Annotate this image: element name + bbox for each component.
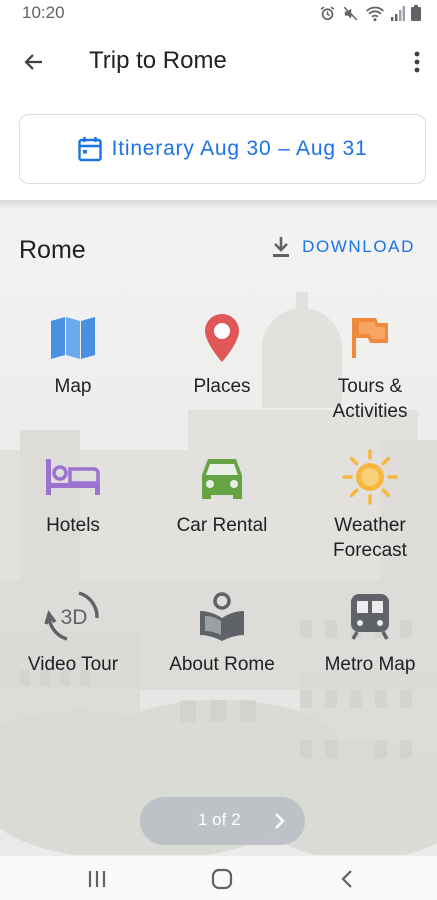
status-bar: 10:20 [0,0,437,26]
home-icon [211,868,233,890]
tile-hotels[interactable]: Hotels [0,449,146,538]
sun-icon [342,449,398,505]
back-nav-button[interactable] [327,867,367,891]
status-icons [319,5,421,22]
recent-apps-button[interactable] [77,867,117,891]
tile-label: Video Tour [27,654,119,675]
mute-icon [343,6,358,20]
itinerary-button[interactable]: Itinerary Aug 30 – Aug 31 [19,114,426,184]
alarm-icon [320,5,335,20]
download-icon [273,237,290,257]
download-button[interactable]: DOWNLOAD [272,236,415,258]
back-nav-icon [341,870,352,888]
more-options-button[interactable] [403,46,431,78]
system-nav-bar [0,855,437,900]
home-button[interactable] [202,867,242,891]
place-pin-icon [205,314,239,362]
page-indicator-label: 1 of 2 [198,810,241,829]
destination-title: Rome [19,236,86,264]
download-label: DOWNLOAD [302,237,415,256]
book-info-icon [200,592,244,641]
hero-shadow [0,200,437,210]
tile-label: Metro Map [324,654,416,675]
tile-car-rental[interactable]: Car Rental [149,449,295,538]
tile-label: Map [54,376,92,397]
tile-label: About Rome [169,654,275,675]
flag-icon [352,318,388,358]
app-bar: Trip to Rome [0,26,437,98]
svg-text:3D: 3D [61,606,88,629]
status-time: 10:20 [22,3,65,22]
arrow-back-icon [24,54,42,70]
tile-tours-activities[interactable]: Tours & Activities [297,310,437,424]
tile-label: Tours & Activities [332,376,408,422]
page-title: Trip to Rome [89,47,227,74]
battery-icon [411,5,421,21]
chevron-right-icon[interactable] [269,811,289,831]
calendar-icon [77,137,102,162]
tile-label: Hotels [46,515,100,536]
tile-metro-map[interactable]: Metro Map [297,588,437,677]
tile-weather-forecast[interactable]: Weather Forecast [297,449,437,563]
tile-map[interactable]: Map [0,310,146,399]
tile-label: Weather Forecast [333,515,407,561]
train-icon [351,594,389,640]
back-button[interactable] [14,46,54,78]
destination-panel: Rome DOWNLOAD Map Places Tours & Activit… [0,200,437,855]
recent-apps-icon [88,871,106,887]
page-indicator[interactable]: 1 of 2 [140,797,305,845]
itinerary-label: Itinerary Aug 30 – Aug 31 [111,137,368,160]
tile-about-rome[interactable]: About Rome [149,588,295,677]
tile-places[interactable]: Places [149,310,295,399]
tile-video-tour[interactable]: 3D Video Tour [0,588,146,677]
map-icon [51,317,95,359]
hotel-bed-icon [46,459,100,495]
tile-label: Car Rental [176,515,268,536]
car-icon [202,459,242,499]
wifi-icon [366,6,384,21]
3d-rotate-icon: 3D [44,591,99,641]
tile-label: Places [193,376,251,397]
more-vert-icon [414,51,420,73]
signal-icon [391,5,405,21]
